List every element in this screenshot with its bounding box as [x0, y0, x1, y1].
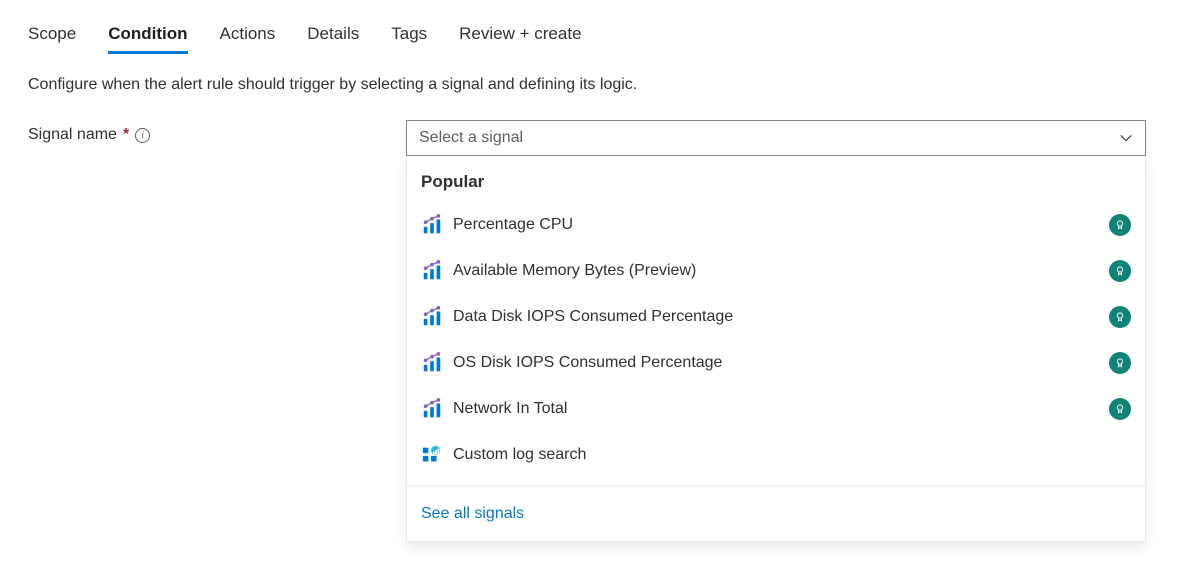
signal-option[interactable]: Available Memory Bytes (Preview)	[407, 248, 1145, 294]
tab-details[interactable]: Details	[307, 20, 359, 52]
metric-chart-icon	[421, 352, 443, 374]
field-label-text: Signal name	[28, 126, 117, 144]
recommendation-badge-icon	[1109, 260, 1131, 282]
signal-option-label: Network In Total	[453, 400, 1109, 418]
tab-tags[interactable]: Tags	[391, 20, 427, 52]
tab-actions[interactable]: Actions	[220, 20, 276, 52]
signal-option-label: Data Disk IOPS Consumed Percentage	[453, 308, 1109, 326]
recommendation-badge-icon	[1109, 352, 1131, 374]
metric-chart-icon	[421, 214, 443, 236]
signal-option-label: Custom log search	[453, 446, 1131, 464]
dropdown-heading: Popular	[407, 168, 1145, 202]
metric-chart-icon	[421, 306, 443, 328]
recommendation-badge-icon	[1109, 398, 1131, 420]
recommendation-badge-icon	[1109, 306, 1131, 328]
log-search-icon	[421, 444, 443, 466]
tab-description: Configure when the alert rule should tri…	[28, 76, 1152, 94]
info-icon[interactable]: i	[135, 128, 150, 143]
signal-option[interactable]: Network In Total	[407, 386, 1145, 432]
signal-option[interactable]: OS Disk IOPS Consumed Percentage	[407, 340, 1145, 386]
metric-chart-icon	[421, 260, 443, 282]
tab-condition[interactable]: Condition	[108, 20, 187, 52]
signal-name-label: Signal name * i	[28, 120, 406, 144]
signal-dropdown: Popular Percentage CPU	[406, 156, 1146, 542]
recommendation-badge-icon	[1109, 214, 1131, 236]
signal-select[interactable]: Select a signal	[406, 120, 1146, 156]
signal-name-field: Signal name * i Select a signal Popular	[28, 120, 1152, 156]
signal-option-label: OS Disk IOPS Consumed Percentage	[453, 354, 1109, 372]
select-placeholder: Select a signal	[419, 129, 523, 147]
signal-option[interactable]: Custom log search	[407, 432, 1145, 478]
tab-review-create[interactable]: Review + create	[459, 20, 581, 52]
signal-option[interactable]: Data Disk IOPS Consumed Percentage	[407, 294, 1145, 340]
metric-chart-icon	[421, 398, 443, 420]
signal-option-label: Available Memory Bytes (Preview)	[453, 262, 1109, 280]
tabs-bar: Scope Condition Actions Details Tags Rev…	[28, 20, 1152, 52]
chevron-down-icon	[1119, 131, 1133, 145]
see-all-signals-link[interactable]: See all signals	[407, 486, 1145, 529]
signal-option[interactable]: Percentage CPU	[407, 202, 1145, 248]
signal-option-label: Percentage CPU	[453, 216, 1109, 234]
signal-select-wrapper: Select a signal Popular Percentage CPU	[406, 120, 1146, 156]
required-marker: *	[123, 126, 129, 144]
tab-scope[interactable]: Scope	[28, 20, 76, 52]
